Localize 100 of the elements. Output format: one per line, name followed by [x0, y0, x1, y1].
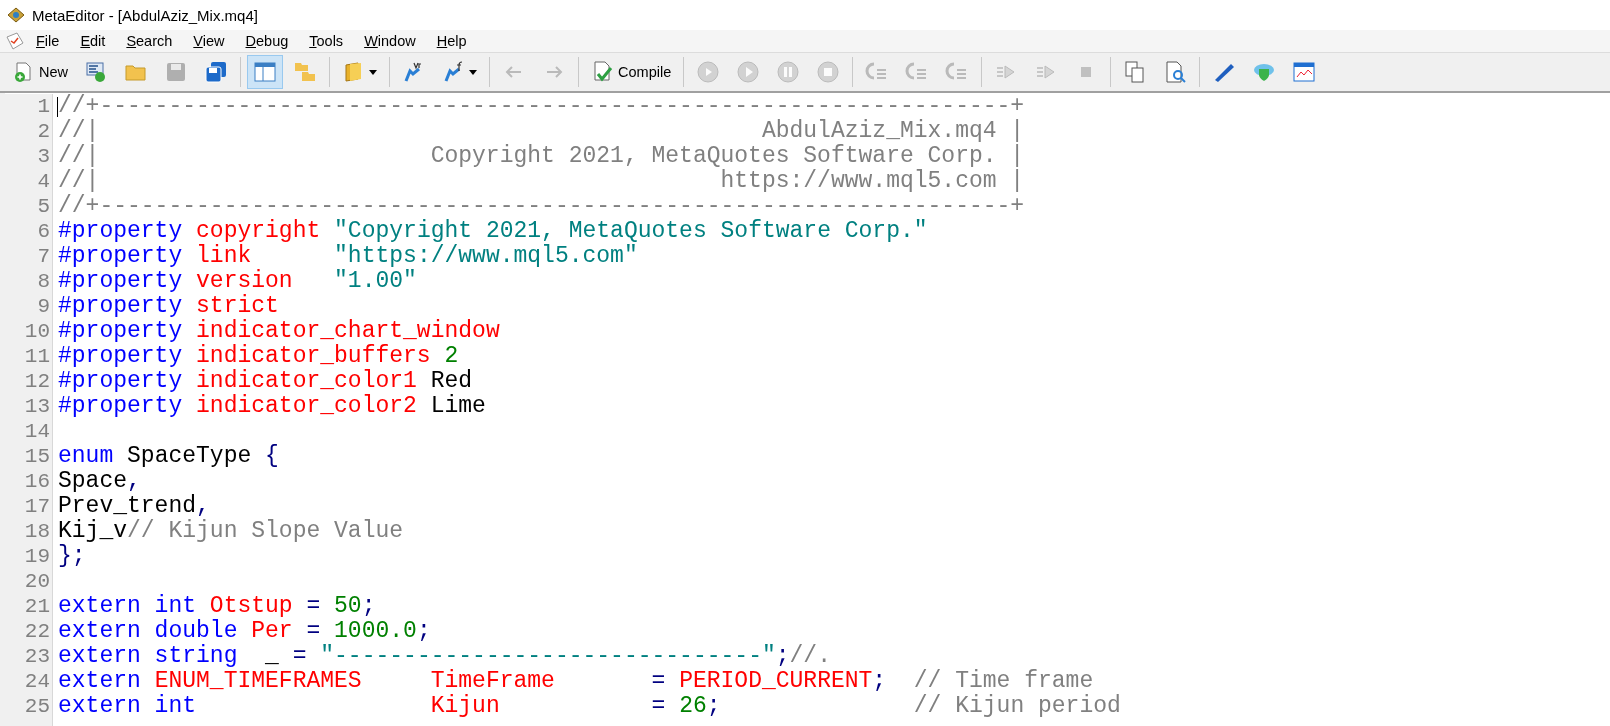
line-number: 23	[23, 644, 51, 669]
comment-text: //| Copyright 2021, MetaQuotes Software Corp. |	[58, 143, 1025, 169]
pause-icon	[776, 60, 801, 84]
window-title: MetaEditor - [AbdulAziz_Mix.mq4]	[32, 6, 258, 24]
line-number: 19	[23, 544, 51, 569]
play-icon	[736, 60, 761, 84]
toolbar-button[interactable]: Compile	[585, 55, 678, 89]
document-search-icon	[1163, 60, 1188, 84]
operator-text: =	[306, 618, 322, 644]
line-number: 25	[23, 694, 51, 719]
operator-text: ;	[706, 693, 722, 719]
keyword-text: #property	[58, 243, 184, 269]
line-number: 24	[23, 669, 51, 694]
operator-text: =	[651, 693, 667, 719]
operator-text: ,	[196, 493, 210, 519]
keyword-text: enum	[58, 443, 114, 469]
code-text: SpaceType	[126, 443, 253, 469]
identifier-text: Otstup	[209, 593, 294, 619]
app-logo-icon	[6, 6, 26, 24]
string-literal: "1.00"	[334, 268, 417, 294]
identifier-text: TimeFrame	[430, 668, 556, 694]
operator-text: {	[265, 443, 279, 469]
toolbar-icon-button[interactable]	[247, 55, 283, 89]
menu-item[interactable]: View	[183, 31, 236, 51]
operator-text: ;	[416, 618, 431, 644]
line-number: 11	[23, 344, 51, 369]
keyword-text: #property	[58, 343, 184, 369]
toolbar-button[interactable]: New	[6, 55, 74, 89]
line-number: 22	[23, 619, 51, 644]
comment-text: // Kijun Slope Value	[127, 518, 404, 544]
comment-text: // Time frame	[913, 668, 1094, 694]
comment-text: //.	[789, 643, 831, 669]
floppy-disks-icon	[204, 60, 228, 84]
operator-text: ;	[361, 593, 376, 619]
code-text: Space	[58, 468, 127, 494]
document-icon[interactable]	[4, 31, 26, 51]
keyword-text: extern int	[58, 593, 198, 619]
line-number: 5	[36, 194, 51, 219]
code-text: _	[265, 643, 280, 669]
operator-text: =	[292, 643, 308, 669]
menu-item[interactable]: Search	[116, 31, 184, 51]
string-literal: "-------------------------------"	[320, 643, 776, 669]
keyword-text: #property	[58, 393, 184, 419]
operator-text: ,	[127, 468, 141, 494]
comment-text: //| AbdulAziz_Mix.mq4 |	[58, 118, 1025, 144]
comment-text: // Kijun period	[913, 693, 1121, 719]
keyword-text: #property	[58, 293, 184, 319]
line-number: 14	[23, 419, 51, 444]
operator-text: =	[651, 668, 667, 694]
line-number: 15	[23, 444, 51, 469]
line-number: 3	[36, 144, 51, 169]
line-number: 13	[23, 394, 51, 419]
identifier-text: version	[196, 268, 294, 294]
line-number: 10	[23, 319, 51, 344]
string-literal: "Copyright 2021, MetaQuotes Software Corp."	[334, 218, 928, 244]
identifier-text: strict	[196, 293, 279, 319]
line-number: 16	[23, 469, 51, 494]
line-number: 8	[36, 269, 51, 294]
keyword-text: #property	[58, 268, 184, 294]
code-text: Kij_v	[58, 518, 127, 544]
line-number: 4	[36, 169, 51, 194]
identifier-text: indicator_chart_window	[196, 318, 500, 344]
comment-text: //+------------------------------------------------------------------+	[58, 93, 1025, 119]
menu-item[interactable]: Window	[354, 31, 427, 51]
line-number: 17	[23, 494, 51, 519]
identifier-text: Per	[251, 618, 294, 644]
chart-window-icon	[1292, 60, 1317, 84]
folders-icon	[293, 60, 317, 84]
menu-item[interactable]: Tools	[299, 31, 355, 51]
checkmark-document-icon	[591, 60, 615, 84]
identifier-text: Kijun	[430, 693, 501, 719]
line-number: 7	[36, 244, 51, 269]
identifier-text: copyright	[196, 218, 322, 244]
identifier-text: indicator_color1	[196, 368, 417, 394]
keyword-text: extern	[58, 668, 142, 694]
comment-text: //| https://www.mql5.com |	[58, 168, 1025, 194]
keyword-text: #property	[58, 218, 184, 244]
line-number: 1	[36, 94, 51, 119]
identifier-text: link	[196, 243, 253, 269]
menu-item[interactable]: Edit	[70, 31, 117, 51]
number-literal: 50	[334, 593, 362, 619]
operator-text: ;	[775, 643, 790, 669]
line-number: 21	[23, 594, 51, 619]
line-number: 2	[36, 119, 51, 144]
code-text: Red	[429, 368, 473, 394]
menu-item[interactable]: File	[26, 31, 71, 51]
line-number: 12	[23, 369, 51, 394]
text-cursor	[57, 97, 58, 117]
line-number: 6	[36, 219, 51, 244]
menu-item[interactable]: Debug	[235, 31, 300, 51]
menu-item[interactable]: Help	[426, 31, 478, 51]
keyword-text: #property	[58, 368, 184, 394]
stop-icon	[816, 60, 841, 84]
line-number: 9	[36, 294, 51, 319]
operator-text: ;	[872, 668, 888, 694]
identifier-text: PERIOD_CURRENT	[679, 668, 873, 694]
number-literal: 26	[679, 693, 707, 719]
line-number: 18	[23, 519, 51, 544]
string-literal: "https://www.mql5.com"	[334, 243, 638, 269]
number-literal: 2	[444, 343, 459, 369]
